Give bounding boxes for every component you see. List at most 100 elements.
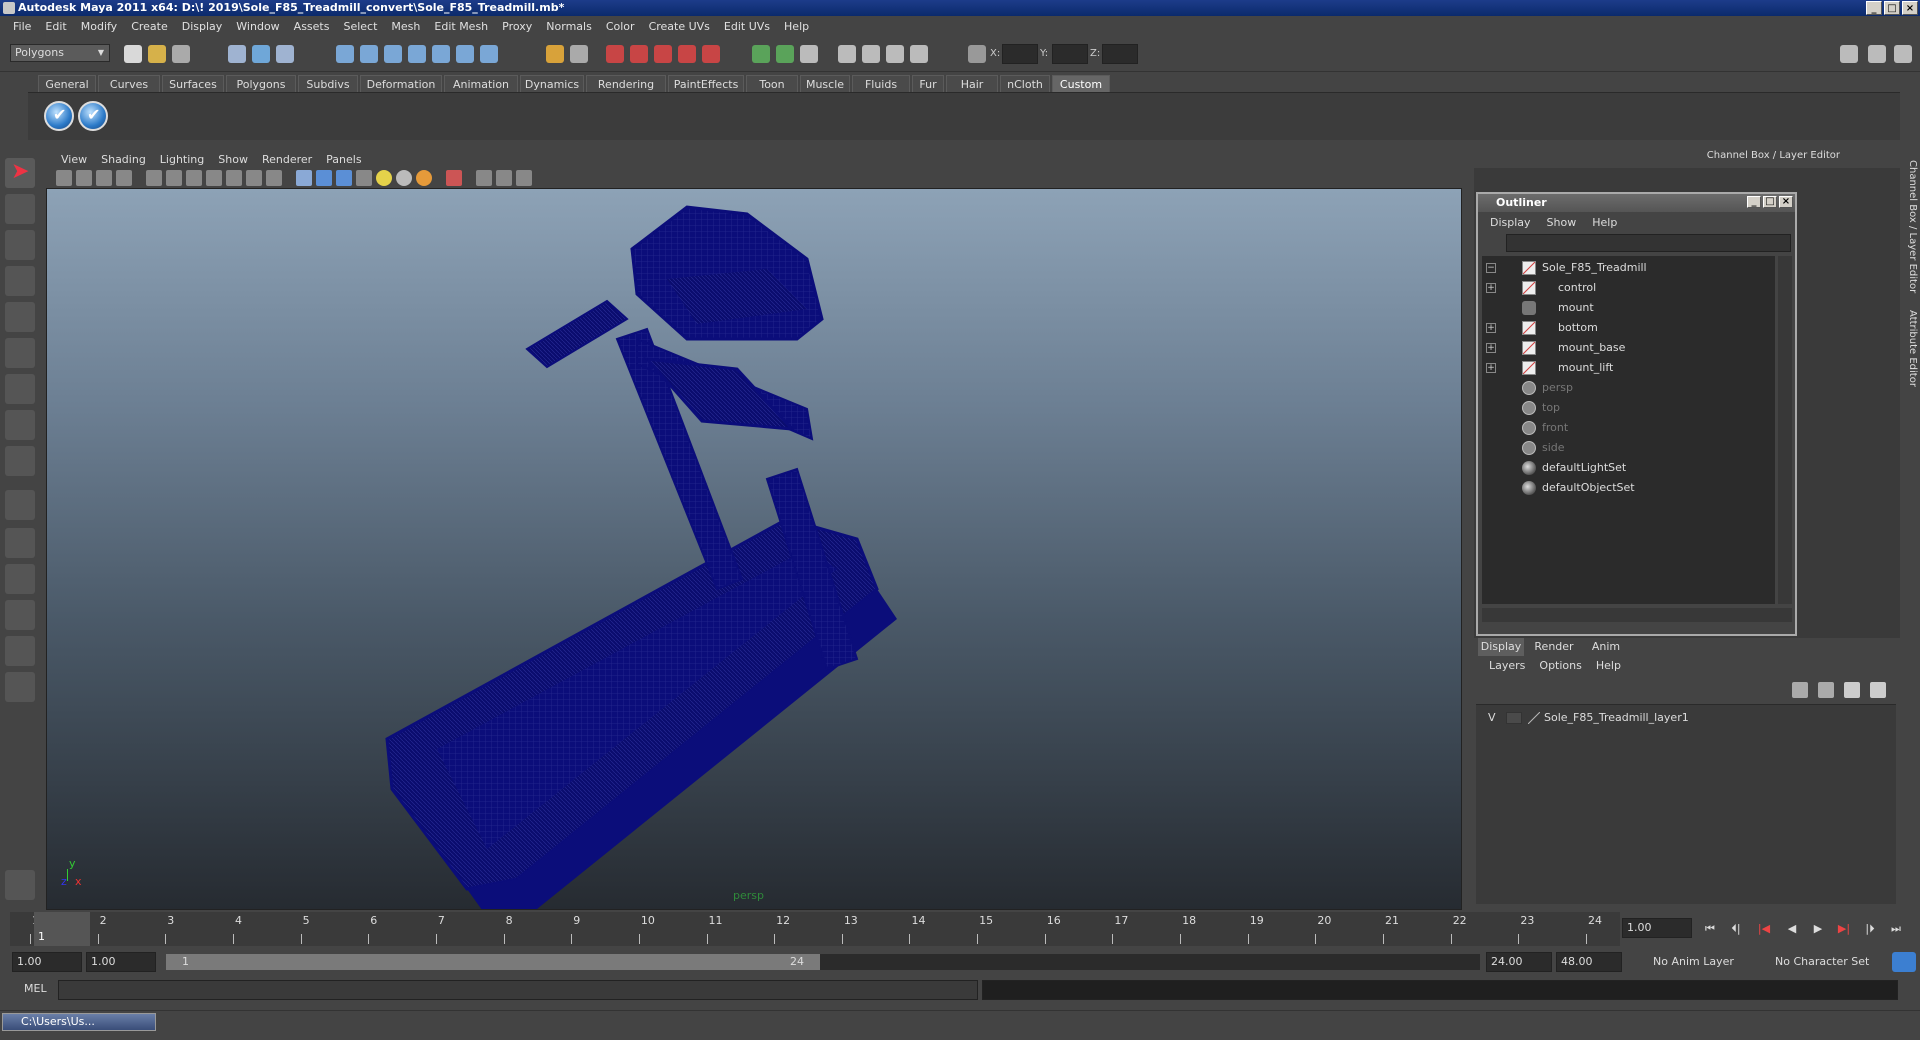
render-current-icon[interactable] xyxy=(606,45,624,63)
gate-mask-icon[interactable] xyxy=(206,170,222,186)
history-icon[interactable] xyxy=(456,45,474,63)
play-forward-icon[interactable]: ▶ xyxy=(1808,922,1828,936)
four-view-layout-icon[interactable] xyxy=(5,528,35,558)
shelf-tab-ncloth[interactable]: nCloth xyxy=(1000,75,1050,93)
render-settings-icon[interactable] xyxy=(654,45,672,63)
minimized-window-button[interactable]: C:\Users\Us... xyxy=(2,1013,156,1031)
attribute-editor-icon[interactable] xyxy=(838,45,856,63)
resolution-gate-icon[interactable] xyxy=(186,170,202,186)
outliner-close-button[interactable]: × xyxy=(1779,196,1793,208)
new-scene-icon[interactable] xyxy=(124,45,142,63)
outliner-item[interactable]: mount xyxy=(1482,298,1772,318)
toggle-tool-settings-icon[interactable] xyxy=(1868,45,1886,63)
menu-file[interactable]: File xyxy=(6,20,38,33)
range-slider-track[interactable]: 1 24 xyxy=(166,954,1480,970)
open-scene-icon[interactable] xyxy=(148,45,166,63)
input-line-icon[interactable] xyxy=(752,45,770,63)
side-tab-channel-box[interactable]: Channel Box / Layer Editor xyxy=(1904,160,1918,293)
shelf-tab-animation[interactable]: Animation xyxy=(444,75,518,93)
shelf-tab-hair[interactable]: Hair xyxy=(946,75,998,93)
menu-color[interactable]: Color xyxy=(599,20,642,33)
outliner-filter-field[interactable] xyxy=(1506,234,1791,252)
persp-graph-layout-icon[interactable] xyxy=(5,600,35,630)
layer-editor-icon[interactable] xyxy=(910,45,928,63)
menu-normals[interactable]: Normals xyxy=(539,20,599,33)
smooth-shade-icon[interactable] xyxy=(316,170,332,186)
menu-modify[interactable]: Modify xyxy=(74,20,124,33)
high-quality-icon[interactable] xyxy=(416,170,432,186)
expand-toggle-icon[interactable]: + xyxy=(1486,283,1496,293)
panel-menu-view[interactable]: View xyxy=(54,153,94,166)
toggle-attribute-editor-icon[interactable] xyxy=(1894,45,1912,63)
outliner-menu-show[interactable]: Show xyxy=(1539,214,1585,232)
command-input[interactable] xyxy=(58,980,978,1000)
wireframe-icon[interactable] xyxy=(296,170,312,186)
share-icon[interactable] xyxy=(516,170,532,186)
menu-mesh[interactable]: Mesh xyxy=(384,20,427,33)
character-set-dropdown[interactable]: No Character Set xyxy=(1770,952,1880,972)
layer-row[interactable]: V Sole_F85_Treadmill_layer1 xyxy=(1480,709,1890,727)
hypershade-icon[interactable] xyxy=(678,45,696,63)
render-view-icon[interactable] xyxy=(702,45,720,63)
snap-live-icon[interactable] xyxy=(432,45,450,63)
layer-tab-anim[interactable]: Anim xyxy=(1584,638,1628,656)
lasso-tool-icon[interactable] xyxy=(5,194,35,224)
snap-grid-icon[interactable] xyxy=(336,45,354,63)
menu-display[interactable]: Display xyxy=(175,20,230,33)
shelf-tab-surfaces[interactable]: Surfaces xyxy=(162,75,224,93)
snap-point-icon[interactable] xyxy=(384,45,402,63)
move-layer-up-icon[interactable] xyxy=(1792,682,1808,698)
step-forward-icon[interactable]: |⏵ xyxy=(1860,922,1880,936)
anim-layer-dropdown[interactable]: No Anim Layer xyxy=(1648,952,1760,972)
step-back-icon[interactable]: ⏴| xyxy=(1726,922,1746,936)
expand-toggle-icon[interactable]: − xyxy=(1486,263,1496,273)
outliner-item[interactable]: front xyxy=(1482,418,1772,438)
panel-menu-show[interactable]: Show xyxy=(211,153,255,166)
panel-menu-panels[interactable]: Panels xyxy=(319,153,368,166)
wireframe-on-shaded-icon[interactable] xyxy=(336,170,352,186)
menu-select[interactable]: Select xyxy=(336,20,384,33)
show-manipulator-icon[interactable] xyxy=(5,446,35,476)
use-all-lights-icon[interactable] xyxy=(376,170,392,186)
y-field[interactable] xyxy=(1052,44,1088,64)
isolate-select-icon[interactable] xyxy=(446,170,462,186)
panel-menu-shading[interactable]: Shading xyxy=(94,153,153,166)
shelf-tab-general[interactable]: General xyxy=(38,75,96,93)
menu-edit[interactable]: Edit xyxy=(38,20,73,33)
outliner-item[interactable]: + mount_base xyxy=(1482,338,1772,358)
tool-settings-icon[interactable] xyxy=(862,45,880,63)
shelf-tab-rendering[interactable]: Rendering xyxy=(586,75,666,93)
lock-icon[interactable] xyxy=(546,45,564,63)
outliner-horizontal-scrollbar[interactable] xyxy=(1482,608,1792,622)
side-tab-attribute-editor[interactable]: Attribute Editor xyxy=(1904,310,1918,387)
outliner-maximize-button[interactable]: □ xyxy=(1763,196,1777,208)
grid-toggle-icon[interactable] xyxy=(146,170,162,186)
select-tool-icon[interactable]: ➤ xyxy=(5,158,35,188)
snap-curve-icon[interactable] xyxy=(360,45,378,63)
current-time-marker[interactable]: 1 xyxy=(34,912,90,946)
shelf-tab-fur[interactable]: Fur xyxy=(912,75,944,93)
current-frame-field[interactable]: 1.00 xyxy=(1622,918,1692,938)
maximize-button[interactable]: □ xyxy=(1884,1,1900,15)
layer-tab-render[interactable]: Render xyxy=(1528,638,1580,656)
shelf-tab-subdivs[interactable]: Subdivs xyxy=(298,75,358,93)
menu-assets[interactable]: Assets xyxy=(287,20,337,33)
end-time-field[interactable]: 48.00 xyxy=(1556,952,1622,972)
step-back-key-icon[interactable]: |◀ xyxy=(1754,922,1774,936)
shelf-tab-dynamics[interactable]: Dynamics xyxy=(520,75,584,93)
play-backward-icon[interactable]: ◀ xyxy=(1782,922,1802,936)
outliner-item[interactable]: + control xyxy=(1482,278,1772,298)
save-scene-icon[interactable] xyxy=(172,45,190,63)
scale-tool-icon[interactable] xyxy=(5,338,35,368)
layer-playback-toggle[interactable] xyxy=(1506,712,1522,724)
ipr-render-icon[interactable] xyxy=(630,45,648,63)
bookmarks-icon[interactable] xyxy=(96,170,112,186)
outliner-item[interactable]: defaultObjectSet xyxy=(1482,478,1772,498)
menu-window[interactable]: Window xyxy=(229,20,286,33)
expand-toggle-icon[interactable]: + xyxy=(1486,363,1496,373)
layer-tab-display[interactable]: Display xyxy=(1478,638,1524,656)
question-icon[interactable] xyxy=(480,45,498,63)
panel-menu-lighting[interactable]: Lighting xyxy=(153,153,211,166)
move-tool-icon[interactable] xyxy=(5,266,35,296)
perspective-viewport[interactable]: y x z persp xyxy=(46,188,1462,910)
